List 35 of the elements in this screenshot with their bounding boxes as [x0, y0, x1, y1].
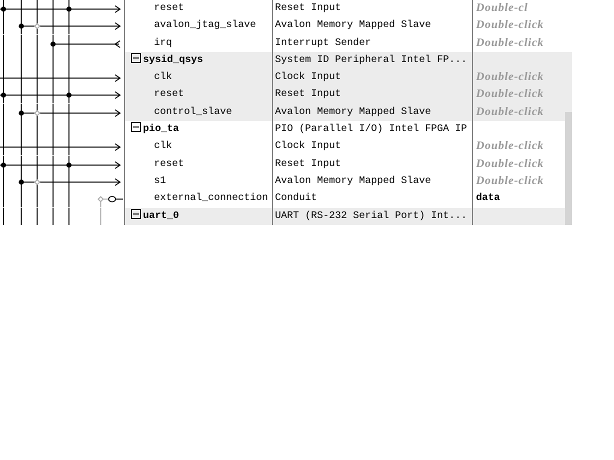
- collapse-icon[interactable]: [131, 52, 141, 63]
- port-description: Reset Input: [273, 156, 473, 173]
- port-name: reset: [153, 3, 184, 14]
- collapse-icon[interactable]: [131, 208, 141, 219]
- port-name: s1: [153, 176, 166, 187]
- port-description: Reset Input: [273, 0, 473, 18]
- component-description: UART (RS-232 Serial Port) Int...: [273, 208, 473, 225]
- export-hint[interactable]: Double-click: [476, 19, 544, 32]
- export-hint[interactable]: Double-click: [476, 106, 544, 118]
- port-name: reset: [153, 158, 184, 170]
- component-name[interactable]: uart_0: [141, 210, 180, 222]
- export-hint[interactable]: Double-click: [476, 36, 544, 49]
- port-name: clk: [153, 72, 172, 84]
- export-hint[interactable]: Double-cl: [476, 2, 528, 14]
- export-hint[interactable]: Double-click: [476, 71, 544, 84]
- component-description: PIO (Parallel I/O) Intel FPGA IP: [273, 121, 473, 138]
- port-name: clk: [153, 141, 172, 152]
- port-name: reset: [153, 89, 184, 100]
- export-hint[interactable]: Double-click: [476, 174, 544, 187]
- component-name[interactable]: sysid_qsys: [141, 54, 204, 66]
- port-name: avalon_jtag_slave: [153, 20, 256, 32]
- port-name: irq: [153, 38, 172, 49]
- component-name[interactable]: pio_ta: [141, 124, 180, 136]
- port-description: Avalon Memory Mapped Slave: [273, 17, 473, 35]
- port-name: external_connection: [153, 193, 268, 204]
- port-description: Avalon Memory Mapped Slave: [273, 104, 473, 122]
- port-description: Avalon Memory Mapped Slave: [273, 172, 473, 190]
- collapse-icon[interactable]: [131, 122, 141, 132]
- export-name[interactable]: data: [476, 193, 500, 204]
- port-name: control_slave: [153, 106, 232, 118]
- export-hint[interactable]: Double-click: [476, 88, 544, 100]
- export-hint[interactable]: Double-click: [476, 158, 544, 170]
- export-hint[interactable]: Double-click: [476, 140, 544, 152]
- scrollbar-thumb[interactable]: [565, 112, 572, 225]
- port-description: Clock Input: [273, 138, 473, 156]
